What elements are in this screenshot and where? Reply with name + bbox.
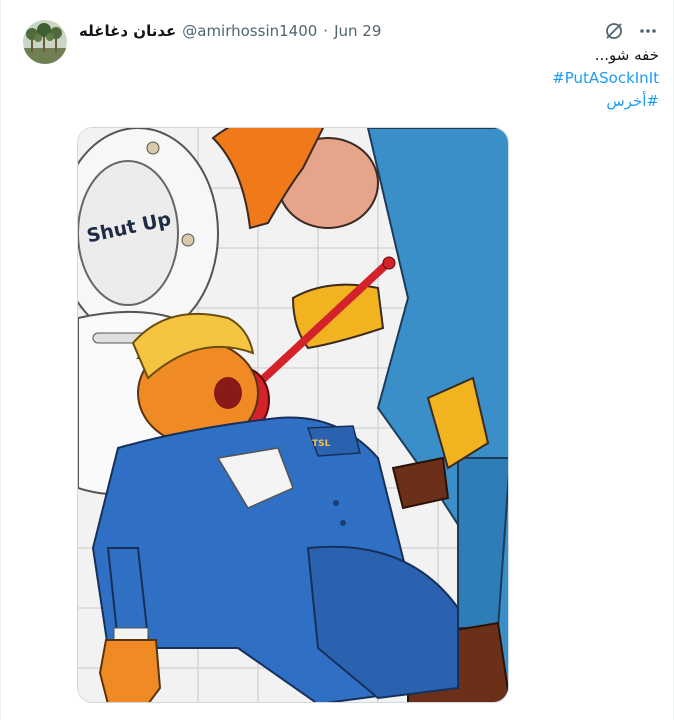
hashtag-putasockinit[interactable]: #PutASockInIt [99,67,659,90]
display-name[interactable]: عدنان دغاغله [79,22,176,40]
more-icon[interactable] [637,20,659,42]
avatar-palm-trees-icon [23,20,67,64]
tweet-actions-top [603,20,659,42]
pocket-text: TSL [312,439,331,449]
separator-dot: · [323,22,329,40]
cartoon-illustration: Shut Up TSL [78,128,508,702]
tweet-body: خفه شو... #PutASockInIt #أخرس [99,44,659,113]
avatar[interactable] [23,20,67,64]
tweet-date[interactable]: Jun 29 [334,22,381,40]
tweet-header: عدنان دغاغله @amirhossin1400 · Jun 29 [79,20,381,42]
grok-icon[interactable] [603,20,625,42]
hashtag-akhras[interactable]: #أخرس [99,90,659,113]
tweet-card[interactable]: عدنان دغاغله @amirhossin1400 · Jun 29 خف… [0,0,674,720]
tweet-media-image[interactable]: Shut Up TSL [77,127,509,703]
user-handle[interactable]: @amirhossin1400 [182,22,317,40]
tweet-text: خفه شو... [594,46,659,64]
